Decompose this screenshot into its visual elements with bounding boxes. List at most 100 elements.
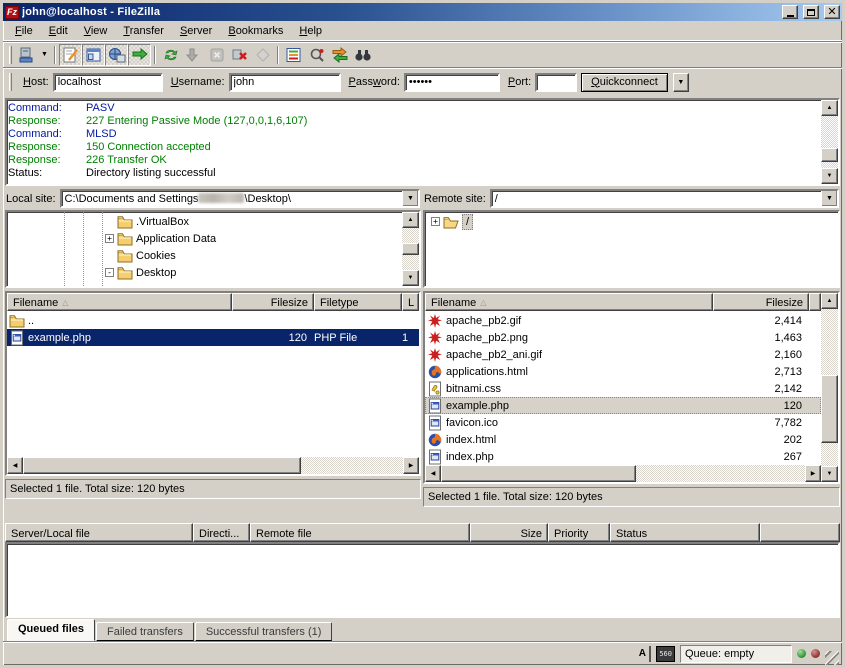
quickconnect-dropdown[interactable]: ▼ (673, 73, 689, 92)
site-manager-button[interactable] (15, 44, 38, 66)
local-tree-scrollbar[interactable]: ▲ ▼ (402, 212, 419, 286)
column-direction[interactable]: Directi... (193, 523, 250, 542)
file-row[interactable]: applications.html 2,713 (425, 363, 821, 380)
column-filetype[interactable]: Filetype (314, 293, 402, 311)
file-row[interactable]: apache_pb2_ani.gif 2,160 (425, 346, 821, 363)
scroll-thumb[interactable] (402, 243, 419, 255)
close-button[interactable]: ✕ (824, 5, 840, 19)
scroll-thumb[interactable] (23, 457, 301, 474)
local-site-combobox[interactable]: C:\Documents and Settings\Desktop\ ▼ (60, 189, 420, 208)
menu-edit[interactable]: Edit (41, 22, 76, 40)
password-input[interactable] (406, 76, 498, 89)
username-input[interactable] (231, 76, 339, 89)
menu-transfer[interactable]: Transfer (115, 22, 172, 40)
remote-site-dropdown-button[interactable]: ▼ (821, 190, 838, 207)
column-last-modified[interactable]: L (402, 293, 419, 311)
column-filesize[interactable]: Filesize (713, 293, 809, 311)
expand-icon[interactable]: + (105, 234, 114, 243)
quickconnect-grip[interactable] (9, 73, 12, 91)
quickconnect-button[interactable]: Quickconnect (581, 73, 668, 92)
tree-item-virtualbox[interactable]: .VirtualBox (7, 213, 402, 230)
column-filesize[interactable]: Filesize (232, 293, 314, 311)
tree-item-root[interactable]: + / (425, 213, 838, 230)
file-row-selected[interactable]: example.php 120 (425, 397, 821, 414)
column-server-local-file[interactable]: Server/Local file (5, 523, 193, 542)
menu-help[interactable]: Help (291, 22, 330, 40)
tree-item-desktop[interactable]: -Desktop (7, 264, 402, 281)
speed-limits-indicator-icon[interactable]: 560 (656, 646, 675, 662)
toggle-remote-tree-button[interactable] (105, 44, 128, 66)
site-manager-dropdown[interactable]: ▼ (38, 44, 51, 66)
column-filename[interactable]: Filename△ (425, 293, 713, 311)
app-icon[interactable]: Fz (5, 6, 19, 19)
directory-listing-filters-button[interactable] (282, 44, 305, 66)
directory-comparison-icon (308, 47, 326, 63)
scroll-right-button[interactable]: ▶ (403, 457, 419, 474)
scroll-down-button[interactable]: ▼ (402, 270, 419, 286)
transfer-type-indicator-icon[interactable]: A (637, 646, 651, 662)
file-row[interactable]: favicon.ico 7,782 (425, 414, 821, 431)
scroll-up-button[interactable]: ▲ (821, 293, 838, 309)
scroll-left-button[interactable]: ◀ (7, 457, 23, 474)
disconnect-button[interactable] (228, 44, 251, 66)
menu-file[interactable]: File (7, 22, 41, 40)
file-row-example-php[interactable]: example.php 120 PHP File 1 (7, 329, 419, 346)
toggle-transfer-queue-button[interactable] (128, 44, 151, 66)
scroll-thumb[interactable] (441, 465, 636, 482)
synchronized-browsing-button[interactable] (328, 44, 351, 66)
transfer-queue: Server/Local file Directi... Remote file… (3, 523, 842, 641)
process-queue-button[interactable] (182, 44, 205, 66)
toggle-message-log-button[interactable] (59, 44, 82, 66)
column-filename[interactable]: Filename△ (7, 293, 232, 311)
scroll-left-button[interactable]: ◀ (425, 465, 441, 482)
scroll-right-button[interactable]: ▶ (805, 465, 821, 482)
minimize-button[interactable] (782, 5, 798, 19)
scroll-thumb[interactable] (821, 375, 838, 443)
remote-vertical-scrollbar[interactable]: ▲ ▼ (821, 293, 838, 482)
remote-site-combobox[interactable]: / ▼ (490, 189, 839, 208)
remote-horizontal-scrollbar[interactable]: ◀ ▶ (425, 465, 821, 482)
file-row[interactable]: apache_pb2.png 1,463 (425, 329, 821, 346)
reconnect-button[interactable] (251, 44, 274, 66)
file-row[interactable]: apache_pb2.gif 2,414 (425, 312, 821, 329)
find-files-button[interactable] (351, 44, 374, 66)
scroll-up-button[interactable]: ▲ (821, 100, 838, 116)
refresh-button[interactable] (159, 44, 182, 66)
menu-bookmarks[interactable]: Bookmarks (220, 22, 291, 40)
local-site-dropdown-button[interactable]: ▼ (402, 190, 419, 207)
menu-view[interactable]: View (76, 22, 116, 40)
tab-queued-files[interactable]: Queued files (7, 619, 95, 641)
column-remote-file[interactable]: Remote file (250, 523, 470, 542)
local-horizontal-scrollbar[interactable]: ◀ ▶ (7, 457, 419, 474)
column-priority[interactable]: Priority (548, 523, 610, 542)
maximize-button[interactable] (803, 5, 819, 19)
local-site-row: Local site: C:\Documents and Settings\De… (5, 188, 421, 210)
scroll-down-button[interactable]: ▼ (821, 168, 838, 184)
scroll-up-button[interactable]: ▲ (402, 212, 419, 228)
title-bar[interactable]: Fz john@localhost - FileZilla ✕ (3, 3, 842, 21)
tree-item-application-data[interactable]: +Application Data (7, 230, 402, 247)
file-row-updir[interactable]: .. (7, 312, 419, 329)
window-resize-grip[interactable] (825, 651, 839, 665)
tab-successful-transfers[interactable]: Successful transfers (1) (195, 622, 333, 641)
file-row[interactable]: bitnami.css 2,142 (425, 380, 821, 397)
column-size[interactable]: Size (470, 523, 548, 542)
toolbar-grip[interactable] (9, 46, 12, 64)
file-row[interactable]: index.php 267 (425, 448, 821, 465)
scroll-down-button[interactable]: ▼ (821, 466, 838, 482)
message-log-scrollbar[interactable]: ▲ ▼ (821, 100, 838, 184)
tab-failed-transfers[interactable]: Failed transfers (96, 622, 194, 641)
menu-server[interactable]: Server (172, 22, 220, 40)
cancel-operation-button[interactable] (205, 44, 228, 66)
column-status[interactable]: Status (610, 523, 760, 542)
port-input[interactable] (537, 76, 575, 89)
directory-comparison-button[interactable] (305, 44, 328, 66)
scroll-thumb[interactable] (821, 148, 838, 162)
host-input[interactable] (55, 76, 161, 89)
tree-item-cookies[interactable]: Cookies (7, 247, 402, 264)
collapse-icon[interactable]: - (105, 268, 114, 277)
expand-icon[interactable]: + (431, 217, 440, 226)
toggle-local-tree-button[interactable] (82, 44, 105, 66)
file-row[interactable]: index.html 202 (425, 431, 821, 448)
host-label: Host: (23, 76, 49, 88)
